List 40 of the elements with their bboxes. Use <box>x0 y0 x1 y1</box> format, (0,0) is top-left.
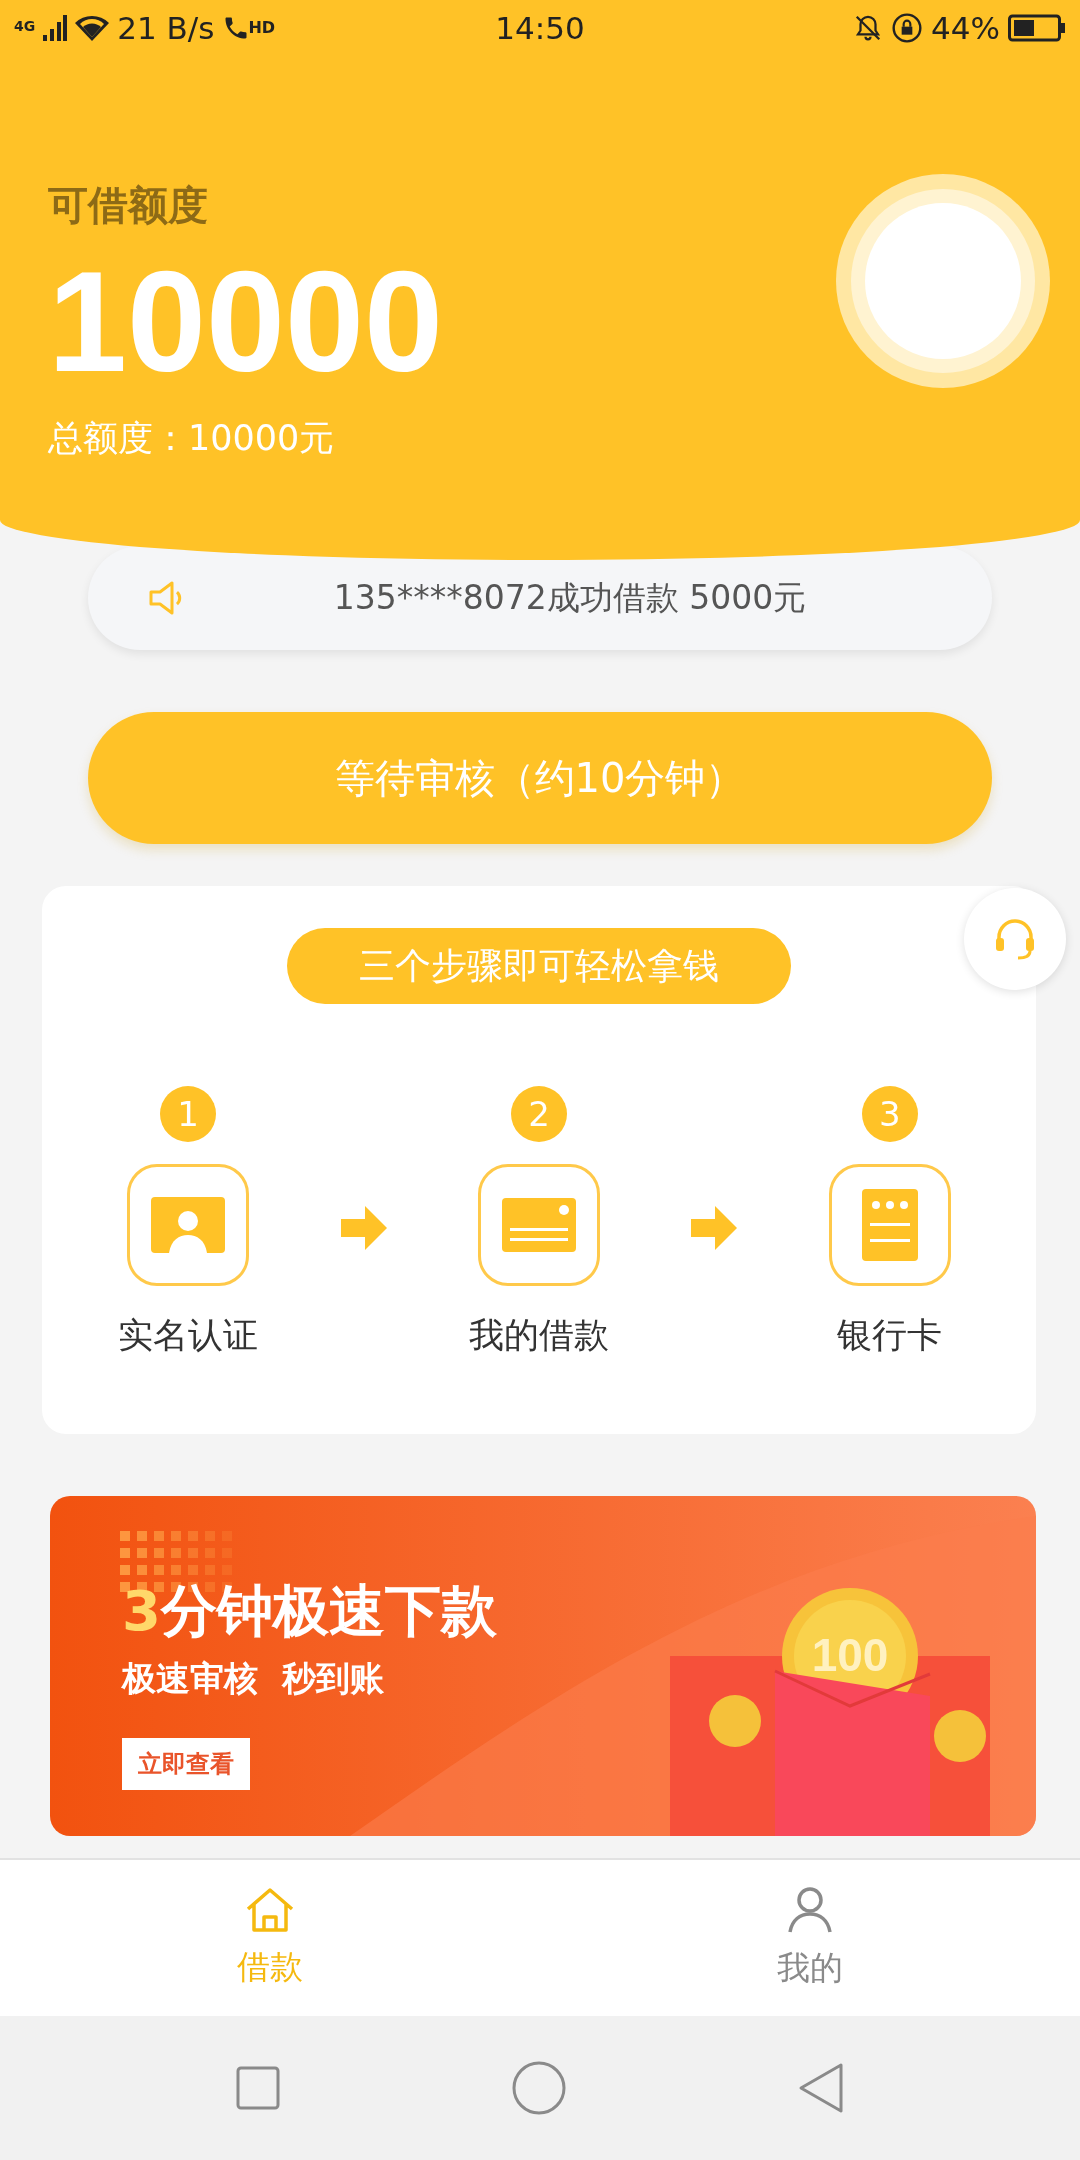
network-speed: 21 B/s <box>117 10 215 46</box>
credit-label: 可借额度 <box>48 181 209 230</box>
document-icon <box>861 1189 918 1261</box>
step-number: 1 <box>160 1086 217 1142</box>
banner-subline: 极速审核 秒到账 <box>122 1657 384 1700</box>
card-icon <box>501 1198 576 1252</box>
home-button-icon[interactable] <box>512 2061 566 2115</box>
coin-label: 100 <box>811 1629 889 1681</box>
recents-icon[interactable] <box>236 2066 280 2110</box>
steps-title: 三个步骤即可轻松拿钱 <box>287 928 791 1004</box>
headset-icon <box>994 917 1036 961</box>
battery-icon <box>1008 14 1066 42</box>
person-icon <box>787 1885 833 1934</box>
rotation-lock-icon <box>891 12 924 44</box>
clock-time: 14:50 <box>495 10 585 46</box>
credit-amount: 10000 <box>48 251 443 393</box>
back-icon[interactable] <box>798 2062 844 2114</box>
wifi-icon <box>75 15 110 41</box>
step-label: 银行卡 <box>837 1314 943 1357</box>
arrow-icon <box>691 1206 738 1250</box>
step-label: 我的借款 <box>468 1314 609 1357</box>
step-button[interactable] <box>127 1164 250 1286</box>
step-label: 实名认证 <box>118 1314 259 1357</box>
total-credit: 总额度：10000元 <box>48 417 336 460</box>
arrow-icon <box>340 1206 387 1250</box>
hd-label: HD <box>248 18 276 37</box>
nav-tab[interactable]: 借款 <box>0 1860 540 2016</box>
step-number: 3 <box>861 1086 918 1142</box>
view-now-button[interactable]: 立即查看 <box>122 1738 250 1790</box>
step-button[interactable] <box>828 1164 951 1286</box>
id-portrait-icon <box>151 1197 226 1253</box>
step-number: 2 <box>510 1086 567 1142</box>
nav-tab[interactable]: 我的 <box>540 1860 1080 2016</box>
step-button[interactable] <box>477 1164 600 1286</box>
home-icon <box>244 1886 296 1933</box>
battery-percent: 44% <box>931 10 1000 46</box>
notice-text: 135****8072成功借款 5000元 <box>332 576 808 619</box>
banner-headline: 3分钟极速下款 <box>122 1577 497 1645</box>
network-label: 4G <box>14 18 36 34</box>
signal-icon <box>43 15 68 41</box>
